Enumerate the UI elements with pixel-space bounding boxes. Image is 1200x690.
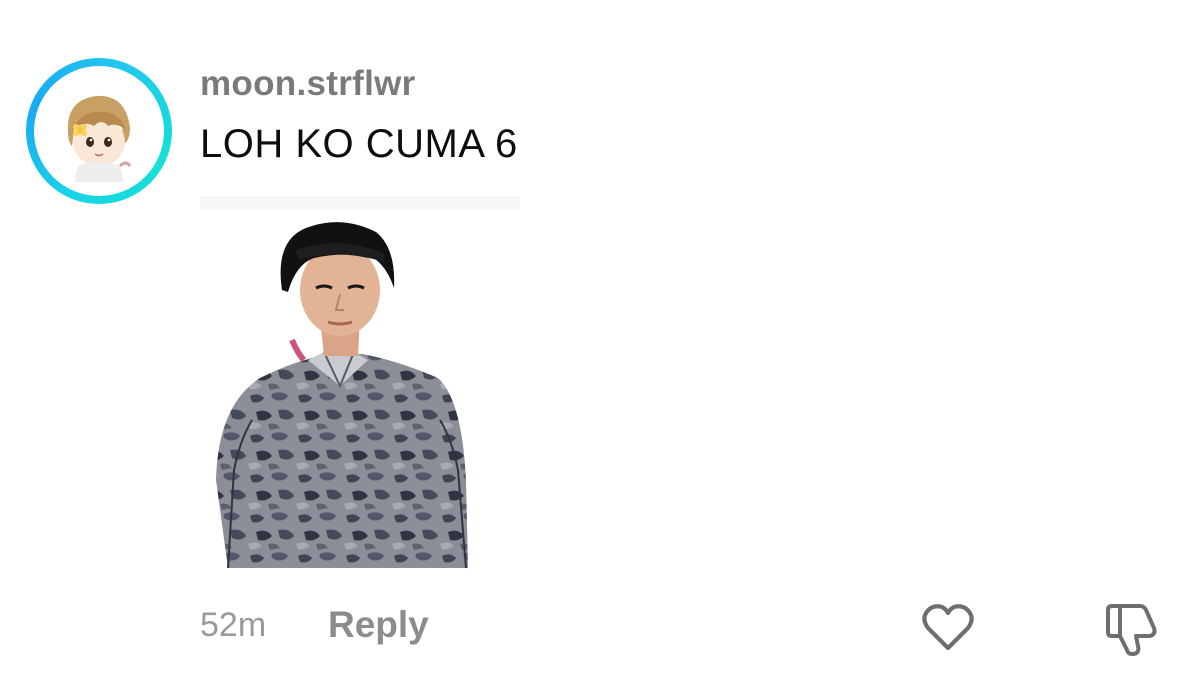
username[interactable]: moon.strflwr xyxy=(200,64,416,104)
comment-item: moon.strflwr LOH KO CUMA 6 52m Reply xyxy=(0,0,1200,690)
avatar-image xyxy=(38,70,160,192)
comment-text: LOH KO CUMA 6 xyxy=(200,122,518,166)
comment-sticker[interactable] xyxy=(200,190,520,570)
comment-timestamp: 52m xyxy=(200,606,267,644)
like-button[interactable] xyxy=(918,598,978,658)
avatar[interactable] xyxy=(26,58,172,204)
heart-outline-icon xyxy=(922,604,974,651)
dislike-button[interactable] xyxy=(1098,598,1162,658)
reply-button[interactable]: Reply xyxy=(328,604,429,646)
thumbs-down-outline-icon xyxy=(1106,604,1157,656)
